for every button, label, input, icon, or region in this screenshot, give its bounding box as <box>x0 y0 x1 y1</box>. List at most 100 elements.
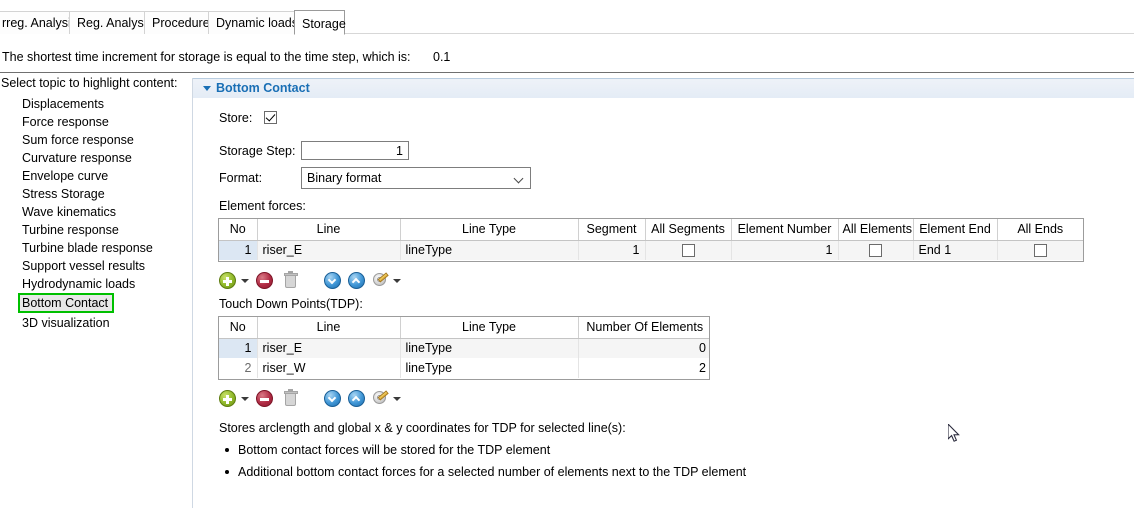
col-all-segments[interactable]: All Segments <box>645 219 731 240</box>
col-line[interactable]: Line <box>257 219 400 240</box>
tab-storage[interactable]: Storage <box>294 10 345 35</box>
sidebar-item-turbine-blade-response[interactable]: Turbine blade response <box>20 239 153 257</box>
cell-number-of-elements[interactable]: 0 <box>578 338 710 358</box>
element-forces-label: Element forces: <box>219 199 306 213</box>
cell-line-type[interactable]: lineType <box>400 240 578 260</box>
cell-number-of-elements[interactable]: 2 <box>578 358 710 378</box>
remove-icon[interactable] <box>255 271 275 291</box>
tab-label: Procedure <box>152 16 210 30</box>
col-no[interactable]: No <box>219 317 257 338</box>
move-up-icon[interactable] <box>347 389 367 409</box>
store-checkbox[interactable] <box>264 110 277 124</box>
col-line[interactable]: Line <box>257 317 400 338</box>
move-down-icon[interactable] <box>323 389 343 409</box>
content-panel: Bottom Contact Store: Storage Step: Form… <box>192 78 1134 508</box>
element-forces-table[interactable]: No Line Line Type Segment All Segments E… <box>218 218 1084 262</box>
element-forces-toolbar <box>218 271 438 293</box>
tab-procedure[interactable]: Procedure <box>144 11 209 34</box>
delete-icon[interactable] <box>281 389 301 409</box>
sidebar-item-stress-storage[interactable]: Stress Storage <box>20 185 105 203</box>
cell-element-number[interactable]: 1 <box>731 240 838 260</box>
col-line-type[interactable]: Line Type <box>400 219 578 240</box>
footer-description: Stores arclength and global x & y coordi… <box>219 421 626 435</box>
sidebar-item-support-vessel-results[interactable]: Support vessel results <box>20 257 145 275</box>
tab-label: rreg. Analysis <box>2 16 77 30</box>
add-dropdown-icon[interactable] <box>241 397 249 401</box>
tab-label: Dynamic loads <box>216 16 298 30</box>
sidebar-item-bottom-contact[interactable]: Bottom Contact <box>18 293 114 313</box>
checkbox-glyph <box>682 244 695 257</box>
table-header-row: No Line Line Type Number Of Elements <box>219 317 710 338</box>
sidebar-item-force-response[interactable]: Force response <box>20 113 109 131</box>
col-line-type[interactable]: Line Type <box>400 317 578 338</box>
settings-dropdown-icon[interactable] <box>393 397 401 401</box>
delete-icon[interactable] <box>281 271 301 291</box>
cell-line[interactable]: riser_W <box>257 358 400 378</box>
tdp-table[interactable]: No Line Line Type Number Of Elements 1 r… <box>218 316 710 380</box>
col-all-elements[interactable]: All Elements <box>838 219 913 240</box>
cell-no: 2 <box>219 358 257 378</box>
sidebar-item-envelope-curve[interactable]: Envelope curve <box>20 167 108 185</box>
sidebar-item-curvature-response[interactable]: Curvature response <box>20 149 132 167</box>
col-number-of-elements[interactable]: Number Of Elements <box>578 317 710 338</box>
element-forces-grid: No Line Line Type Segment All Segments E… <box>219 219 1083 260</box>
checkbox-glyph <box>264 111 277 124</box>
cell-line-type[interactable]: lineType <box>400 358 578 378</box>
cell-line[interactable]: riser_E <box>257 338 400 358</box>
storage-increment-value: 0.1 <box>433 50 450 64</box>
tab-reg-analysis[interactable]: Reg. Analysis <box>69 11 145 34</box>
sidebar-title: Select topic to highlight content: <box>1 76 178 90</box>
chevron-down-icon <box>515 175 523 183</box>
sidebar-item-displacements[interactable]: Displacements <box>20 95 104 113</box>
col-segment[interactable]: Segment <box>578 219 645 240</box>
cell-all-segments[interactable] <box>645 240 731 260</box>
col-no[interactable]: No <box>219 219 257 240</box>
format-dropdown[interactable]: Binary format <box>301 167 531 189</box>
checkbox-glyph <box>869 244 882 257</box>
cell-element-end[interactable]: End 1 <box>913 240 997 260</box>
cell-line-type[interactable]: lineType <box>400 338 578 358</box>
col-element-number[interactable]: Element Number <box>731 219 838 240</box>
storage-step-label: Storage Step: <box>219 144 295 158</box>
col-element-end[interactable]: Element End <box>913 219 997 240</box>
tab-label: Reg. Analysis <box>77 16 153 30</box>
settings-icon[interactable] <box>371 271 391 291</box>
settings-dropdown-icon[interactable] <box>393 279 401 283</box>
table-row[interactable]: 1 riser_E lineType 1 1 End 1 <box>219 240 1083 260</box>
sidebar-item-hydrodynamic-loads[interactable]: Hydrodynamic loads <box>20 275 135 293</box>
bullet-text: Bottom contact forces will be stored for… <box>238 443 550 457</box>
storage-increment-label: The shortest time increment for storage … <box>2 50 411 64</box>
tab-strip: rreg. Analysis Reg. Analysis Procedure D… <box>0 11 1134 34</box>
sidebar-item-3d-visualization[interactable]: 3D visualization <box>20 314 110 332</box>
remove-icon[interactable] <box>255 389 275 409</box>
col-all-ends[interactable]: All Ends <box>997 219 1083 240</box>
header-divider <box>0 72 1134 73</box>
sidebar-topic-list: Displacements Force response Sum force r… <box>0 95 185 332</box>
panel-header[interactable]: Bottom Contact <box>193 78 1134 99</box>
cell-segment[interactable]: 1 <box>578 240 645 260</box>
sidebar-item-sum-force-response[interactable]: Sum force response <box>20 131 134 149</box>
tab-dynamic-loads[interactable]: Dynamic loads <box>208 11 295 34</box>
checkbox-glyph <box>1034 244 1047 257</box>
cell-all-elements[interactable] <box>838 240 913 260</box>
table-row[interactable]: 1 riser_E lineType 0 <box>219 338 710 358</box>
store-label: Store: <box>219 111 252 125</box>
cell-no: 1 <box>219 240 257 260</box>
chevron-down-icon[interactable] <box>203 86 211 91</box>
storage-step-input[interactable] <box>301 141 409 160</box>
cell-line[interactable]: riser_E <box>257 240 400 260</box>
add-icon[interactable] <box>218 389 238 409</box>
move-down-icon[interactable] <box>323 271 343 291</box>
cell-all-ends[interactable] <box>997 240 1083 260</box>
tab-irreg-analysis[interactable]: rreg. Analysis <box>0 11 70 34</box>
table-row[interactable]: 2 riser_W lineType 2 <box>219 358 710 378</box>
format-label: Format: <box>219 171 262 185</box>
add-dropdown-icon[interactable] <box>241 279 249 283</box>
move-up-icon[interactable] <box>347 271 367 291</box>
format-dropdown-value: Binary format <box>307 171 381 185</box>
add-icon[interactable] <box>218 271 238 291</box>
sidebar-item-turbine-response[interactable]: Turbine response <box>20 221 119 239</box>
table-header-row: No Line Line Type Segment All Segments E… <box>219 219 1083 240</box>
sidebar-item-wave-kinematics[interactable]: Wave kinematics <box>20 203 116 221</box>
settings-icon[interactable] <box>371 389 391 409</box>
